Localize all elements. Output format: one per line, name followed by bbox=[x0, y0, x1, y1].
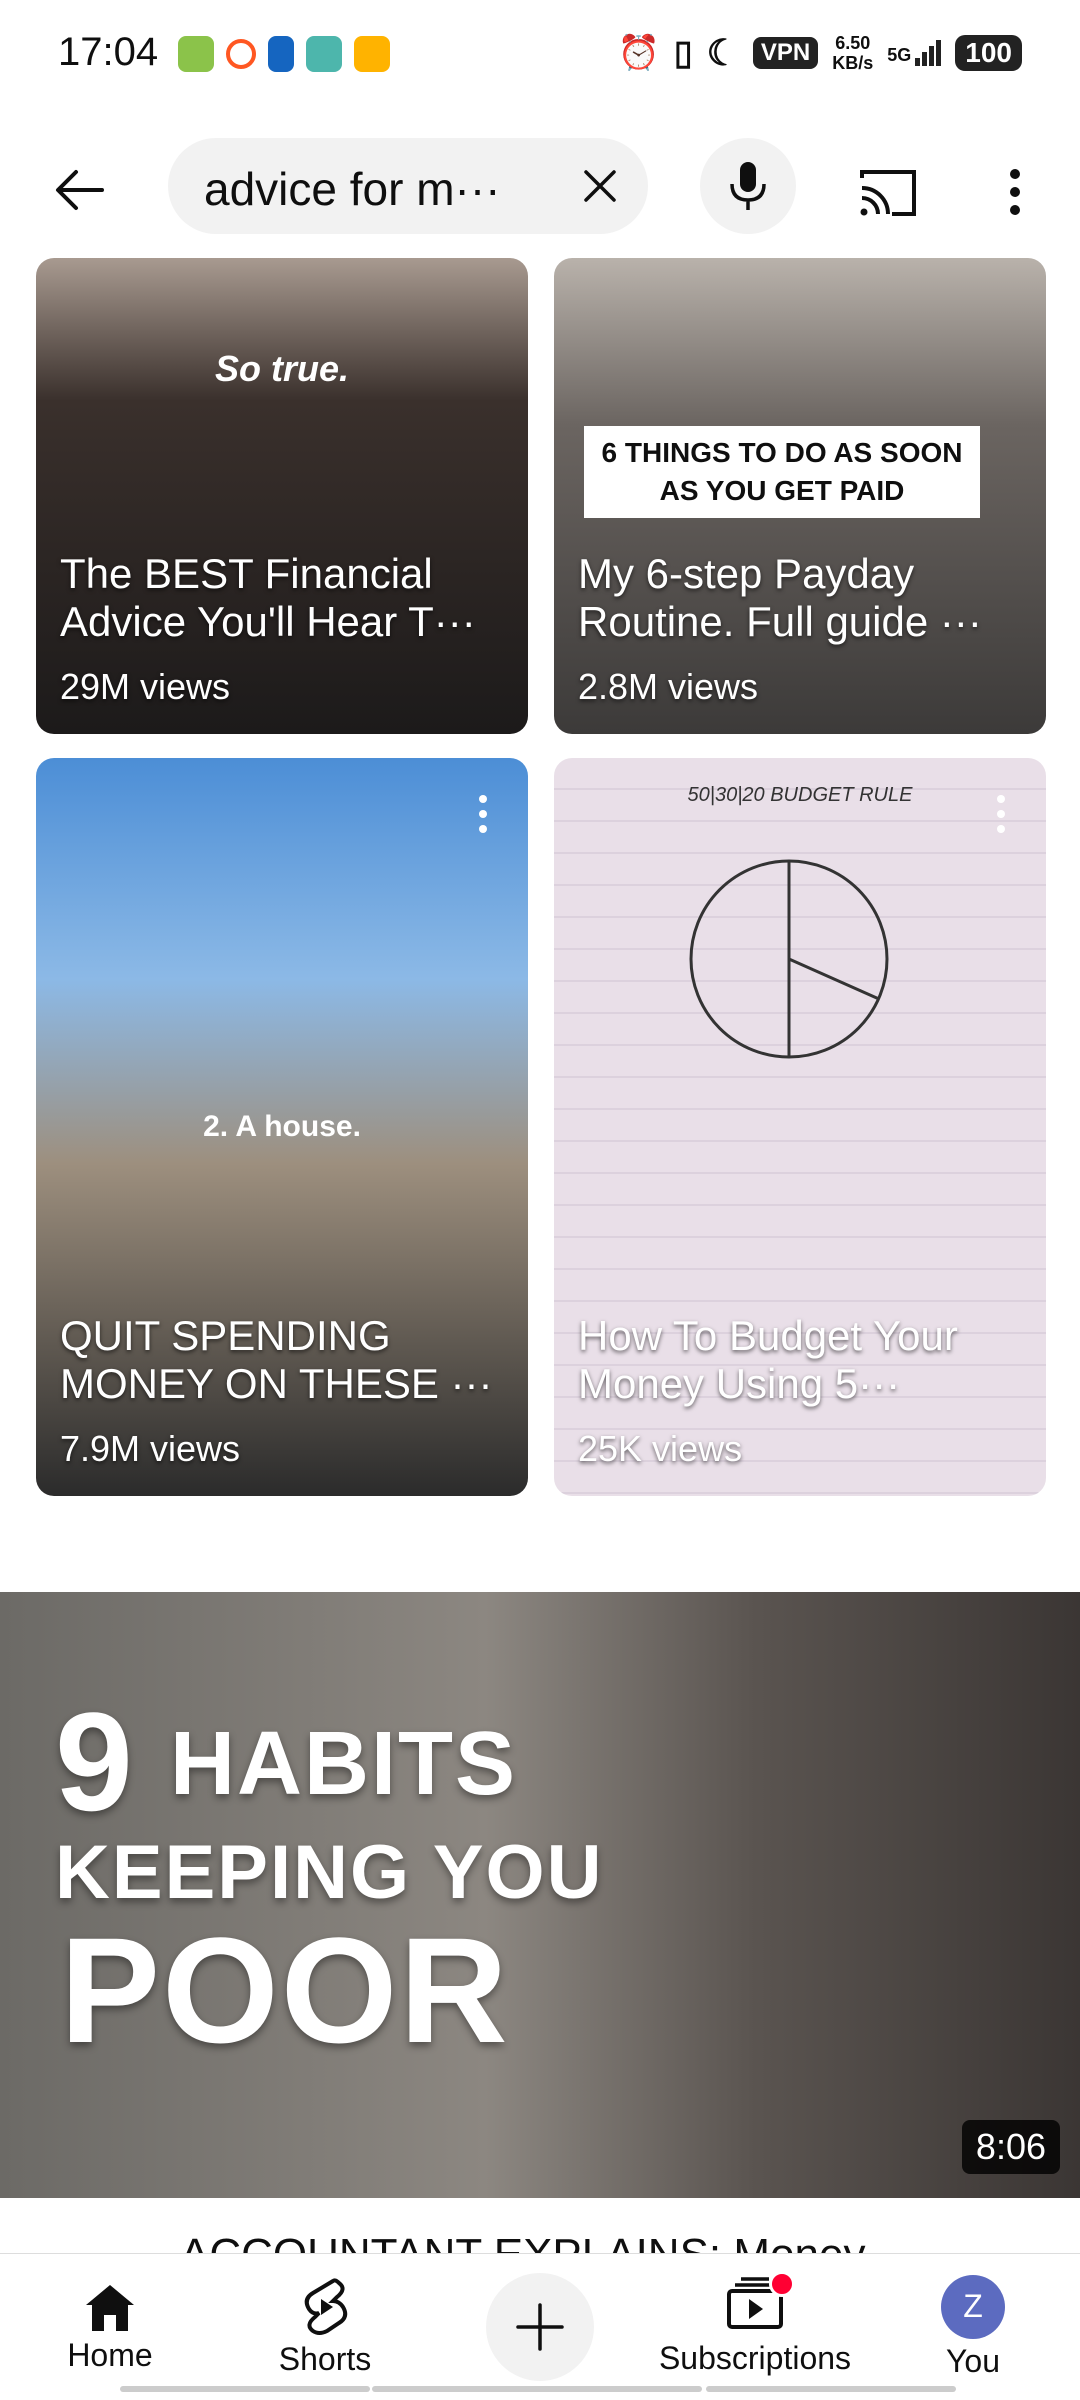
more-options-button[interactable] bbox=[990, 150, 1040, 234]
subscriptions-icon-wrap bbox=[725, 2271, 795, 2336]
search-input[interactable]: advice for m··· bbox=[168, 138, 648, 234]
net-speed: 6.50 KB/s bbox=[832, 33, 873, 73]
app-notification-icon bbox=[226, 39, 256, 69]
status-time: 17:04 bbox=[58, 30, 159, 74]
signal-icon: 5G bbox=[887, 40, 942, 66]
vpn-badge: VPN bbox=[752, 37, 819, 69]
short-card[interactable]: 2. A house. QUIT SPENDING MONEY ON THESE… bbox=[36, 758, 528, 1496]
vibrate-icon: ▯ bbox=[673, 34, 693, 72]
short-views: 25K views bbox=[578, 1428, 743, 1469]
search-query: advice for m··· bbox=[204, 163, 501, 215]
short-card[interactable]: 50|30|20 BUDGET RULE How To Budget Your … bbox=[554, 758, 1046, 1496]
avatar: Z bbox=[941, 2274, 1005, 2339]
notification-icons bbox=[178, 36, 390, 72]
short-title: How To Budget Your Money Using 5··· bbox=[578, 1312, 958, 1407]
short-card[interactable]: 6 THINGS TO DO AS SOON AS YOU GET PAID M… bbox=[554, 258, 1046, 734]
thumbnail-number: 9 bbox=[55, 1683, 135, 1840]
short-views: 29M views bbox=[60, 666, 231, 707]
app-notification-icon bbox=[306, 36, 342, 72]
short-overlay-text: So true. bbox=[214, 348, 349, 389]
app-notification-icon bbox=[268, 36, 294, 72]
short-card[interactable]: So true. The BEST Financial Advice You'l… bbox=[36, 258, 528, 734]
short-overlay-text: 6 THINGS TO DO AS SOON AS YOU GET PAID bbox=[584, 426, 980, 518]
short-title: The BEST Financial Advice You'll Hear T·… bbox=[60, 550, 476, 645]
voice-search-button[interactable] bbox=[700, 138, 796, 234]
net-speed-unit: KB/s bbox=[832, 53, 874, 73]
back-arrow-icon bbox=[56, 170, 104, 210]
video-thumbnail[interactable]: 9 HABITS KEEPING YOU POOR 8:06 bbox=[0, 1592, 1080, 2198]
gesture-bar bbox=[0, 2386, 1080, 2392]
microphone-icon bbox=[730, 162, 766, 210]
short-more-button[interactable] bbox=[478, 794, 488, 834]
cast-icon bbox=[860, 170, 916, 216]
thumbnail-line2: KEEPING YOU bbox=[55, 1830, 604, 1915]
short-more-button[interactable] bbox=[996, 794, 1006, 834]
create-button[interactable] bbox=[482, 2254, 598, 2400]
thumbnail-line3: POOR bbox=[60, 1906, 510, 2074]
network-type: 5G bbox=[887, 45, 912, 65]
alarm-icon: ⏰ bbox=[617, 34, 660, 72]
thumbnail-line1: HABITS bbox=[170, 1714, 517, 1814]
net-speed-value: 6.50 bbox=[835, 33, 871, 53]
nav-home-label: Home bbox=[67, 2336, 153, 2373]
cast-button[interactable] bbox=[846, 150, 930, 234]
nav-shorts-label: Shorts bbox=[278, 2340, 372, 2377]
search-header: advice for m··· bbox=[0, 130, 1080, 250]
shorts-icon bbox=[304, 2277, 348, 2335]
battery-indicator: 100 bbox=[955, 35, 1022, 71]
bottom-navigation: Home Shorts Subscriptions Z You bbox=[0, 2254, 1080, 2400]
nav-shorts[interactable]: Shorts bbox=[250, 2254, 400, 2400]
create-button-circle bbox=[486, 2273, 594, 2381]
app-notification-icon bbox=[178, 36, 214, 72]
short-thumbnail bbox=[36, 258, 528, 734]
status-indicators: ⏰ ▯ ☾ VPN 6.50 KB/s 5G 100 bbox=[618, 32, 1022, 74]
nav-subscriptions[interactable]: Subscriptions bbox=[650, 2254, 860, 2400]
more-vert-icon bbox=[997, 795, 1005, 833]
short-title: My 6-step Payday Routine. Full guide ··· bbox=[578, 550, 982, 645]
video-duration: 8:06 bbox=[961, 2120, 1060, 2174]
nav-subscriptions-label: Subscriptions bbox=[658, 2340, 852, 2376]
nav-you-label: You bbox=[946, 2342, 1000, 2379]
app-notification-icon bbox=[354, 36, 390, 72]
short-overlay-text: 50|30|20 BUDGET RULE bbox=[687, 784, 913, 806]
more-vert-icon bbox=[479, 795, 487, 833]
home-icon bbox=[86, 2284, 134, 2331]
more-vert-icon bbox=[1010, 169, 1020, 215]
back-button[interactable] bbox=[40, 150, 120, 230]
status-bar: 17:04 ⏰ ▯ ☾ VPN 6.50 KB/s 5G 100 bbox=[0, 0, 1080, 110]
close-icon bbox=[584, 170, 616, 202]
nav-you[interactable]: Z You bbox=[918, 2254, 1028, 2400]
moon-icon: ☾ bbox=[706, 32, 739, 73]
clear-search-button[interactable] bbox=[572, 158, 628, 214]
short-overlay-text: 2. A house. bbox=[203, 1110, 361, 1143]
nav-home[interactable]: Home bbox=[40, 2254, 180, 2400]
short-views: 2.8M views bbox=[578, 666, 759, 707]
pie-drawing-icon bbox=[689, 859, 889, 1059]
short-views: 7.9M views bbox=[60, 1428, 241, 1469]
short-title: QUIT SPENDING MONEY ON THESE ··· bbox=[60, 1312, 493, 1407]
plus-icon bbox=[516, 2303, 564, 2351]
notification-dot bbox=[769, 2271, 795, 2297]
